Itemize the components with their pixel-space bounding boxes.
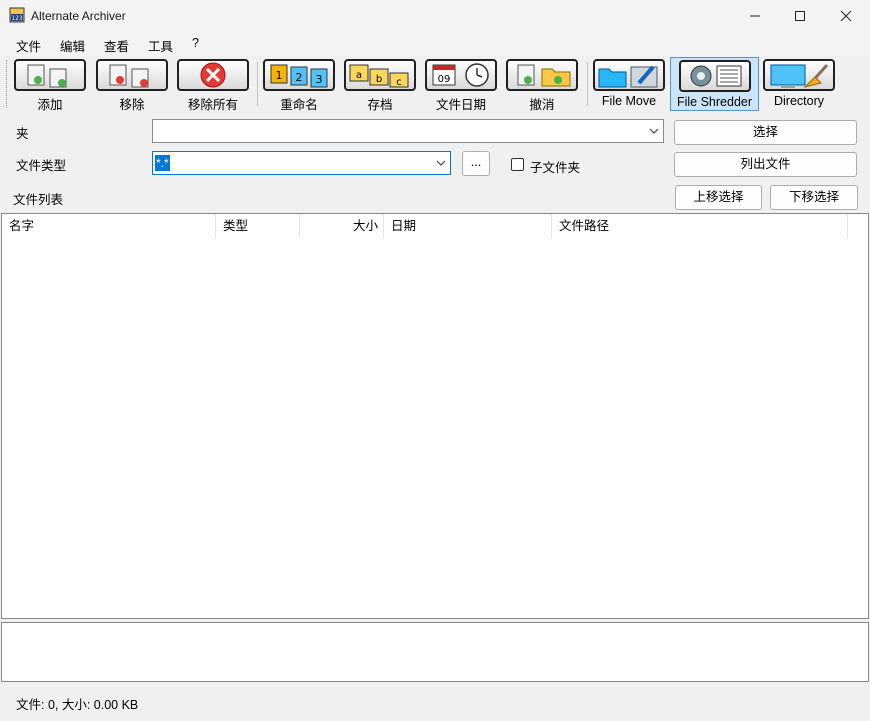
remove-button[interactable]: 移除 (96, 59, 168, 112)
rename-label: 重命名 (280, 98, 318, 112)
directory-label: Directory (773, 94, 824, 108)
filetype-label: 文件类型 (16, 159, 67, 173)
add-button[interactable]: 添加 (14, 59, 86, 112)
column-name[interactable]: 名字 (2, 214, 216, 238)
filetype-value: *.* (155, 155, 170, 171)
minimize-button[interactable] (732, 0, 778, 32)
svg-text:123: 123 (11, 15, 23, 22)
svg-text:c: c (396, 77, 402, 88)
svg-text:1: 1 (276, 69, 283, 82)
file-move-button[interactable]: File Move (593, 59, 665, 111)
undo-folder-icon (517, 64, 571, 87)
undo-label: 撤消 (529, 98, 555, 112)
maximize-icon (795, 11, 805, 21)
browse-button[interactable]: ... (462, 151, 490, 176)
svg-text:b: b (376, 74, 382, 85)
menu-tools[interactable]: 工具 (148, 36, 173, 55)
toolbar-separator (257, 62, 258, 106)
svg-text:2: 2 (296, 71, 303, 84)
close-button[interactable] (823, 0, 869, 32)
calendar-clock-icon: 09 (432, 63, 489, 87)
status-bar: 文件: 0, 大小: 0.00 KB (0, 686, 870, 721)
svg-text:3: 3 (316, 73, 323, 86)
file-list[interactable]: 名字 类型 大小 日期 文件路径 (1, 213, 869, 619)
folder-combo[interactable] (152, 119, 664, 143)
add-label: 添加 (37, 98, 63, 112)
list-files-button[interactable]: 列出文件 (674, 152, 857, 177)
status-text: 文件: 0, 大小: 0.00 KB (16, 698, 139, 712)
remove-file-icon (109, 64, 149, 88)
rename-button[interactable]: 1 2 3 重命名 (263, 59, 335, 112)
file-move-label: File Move (601, 94, 657, 108)
app-123-icon: 123 (9, 7, 25, 23)
maximize-button[interactable] (777, 0, 823, 32)
archive-label: 存档 (367, 98, 393, 112)
remove-all-icon (200, 62, 226, 88)
chevron-down-icon (436, 160, 446, 166)
rename-123-icon: 1 2 3 (270, 64, 328, 88)
menu-file[interactable]: 文件 (16, 36, 41, 55)
close-icon (840, 10, 852, 22)
shredder-icon (690, 65, 742, 87)
undo-button[interactable]: 撤消 (506, 59, 578, 112)
column-date[interactable]: 日期 (384, 214, 552, 238)
add-file-icon (27, 64, 67, 88)
file-date-button[interactable]: 09 文件日期 (425, 59, 497, 112)
file-shredder-button[interactable]: File Shredder (670, 57, 759, 111)
toolbar-grip[interactable] (6, 60, 9, 108)
move-up-button[interactable]: 上移选择 (675, 185, 762, 210)
menu-edit[interactable]: 编辑 (60, 36, 85, 55)
directory-button[interactable]: Directory (763, 59, 835, 111)
column-type[interactable]: 类型 (216, 214, 300, 238)
menu-bar: 文件 编辑 查看 工具 ? (0, 32, 870, 56)
minimize-icon (750, 15, 760, 17)
remove-label: 移除 (119, 98, 145, 112)
title-bar: 123 Alternate Archiver (0, 0, 870, 32)
window-title: Alternate Archiver (31, 9, 126, 23)
svg-text:a: a (356, 70, 362, 81)
archive-abc-icon: a b c (349, 64, 409, 88)
select-folder-button[interactable]: 选择 (674, 120, 857, 145)
archive-button[interactable]: a b c 存档 (344, 59, 416, 112)
move-down-button[interactable]: 下移选择 (770, 185, 858, 210)
subfolder-checkbox[interactable] (511, 158, 524, 171)
remove-all-label: 移除所有 (187, 98, 238, 112)
menu-view[interactable]: 查看 (104, 36, 129, 55)
remove-all-button[interactable]: 移除所有 (177, 59, 249, 112)
filetype-combo[interactable]: *.* (152, 151, 451, 175)
file-shredder-label: File Shredder (676, 95, 753, 109)
file-move-icon (598, 65, 658, 88)
file-date-label: 文件日期 (435, 98, 486, 112)
file-list-label: 文件列表 (13, 193, 64, 207)
subfolder-label: 子文件夹 (530, 161, 581, 175)
svg-text:09: 09 (438, 74, 451, 85)
toolbar-separator-2 (587, 62, 588, 106)
log-area[interactable] (1, 622, 869, 682)
menu-help[interactable]: ? (192, 36, 199, 50)
chevron-down-icon (649, 128, 659, 134)
column-path[interactable]: 文件路径 (552, 214, 848, 238)
toolbar: 添加 移除 移除所有 1 2 3 重命名 a b c 存档 09 文件日期 撤消… (0, 56, 870, 112)
directory-cleaner-icon (770, 63, 829, 88)
column-size[interactable]: 大小 (300, 214, 384, 238)
folder-label: 夹 (16, 127, 29, 141)
